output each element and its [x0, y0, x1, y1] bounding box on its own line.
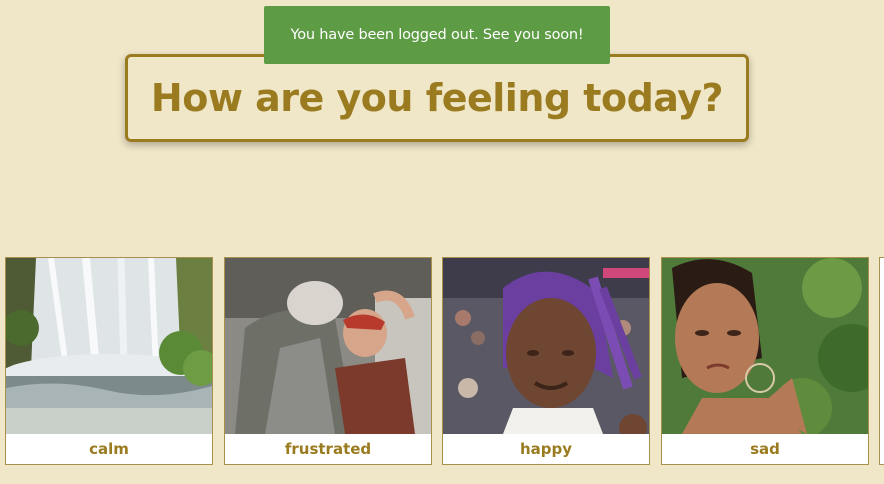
- mood-label-frustrated: frustrated: [225, 434, 431, 464]
- page-title: How are you feeling today?: [150, 76, 724, 120]
- mood-card-happy[interactable]: happy: [442, 257, 650, 465]
- mood-card-list: calm frustrated happy sad: [5, 257, 884, 465]
- mood-card-calm[interactable]: calm: [5, 257, 213, 465]
- mood-card-frustrated[interactable]: frustrated: [224, 257, 432, 465]
- heading-box: How are you feeling today?: [125, 54, 749, 142]
- sad-gif: [662, 258, 868, 434]
- mood-label-sad: sad: [662, 434, 868, 464]
- page: You have been logged out. See you soon! …: [0, 0, 884, 484]
- calm-gif: [6, 258, 212, 434]
- frustrated-gif: [225, 258, 431, 434]
- toast-message: You have been logged out. See you soon!: [290, 27, 584, 43]
- mood-card-next-partial[interactable]: [879, 257, 884, 465]
- mood-label-calm: calm: [6, 434, 212, 464]
- logout-toast: You have been logged out. See you soon!: [264, 6, 610, 64]
- mood-card-sad[interactable]: sad: [661, 257, 869, 465]
- mood-label-happy: happy: [443, 434, 649, 464]
- happy-gif: [443, 258, 649, 434]
